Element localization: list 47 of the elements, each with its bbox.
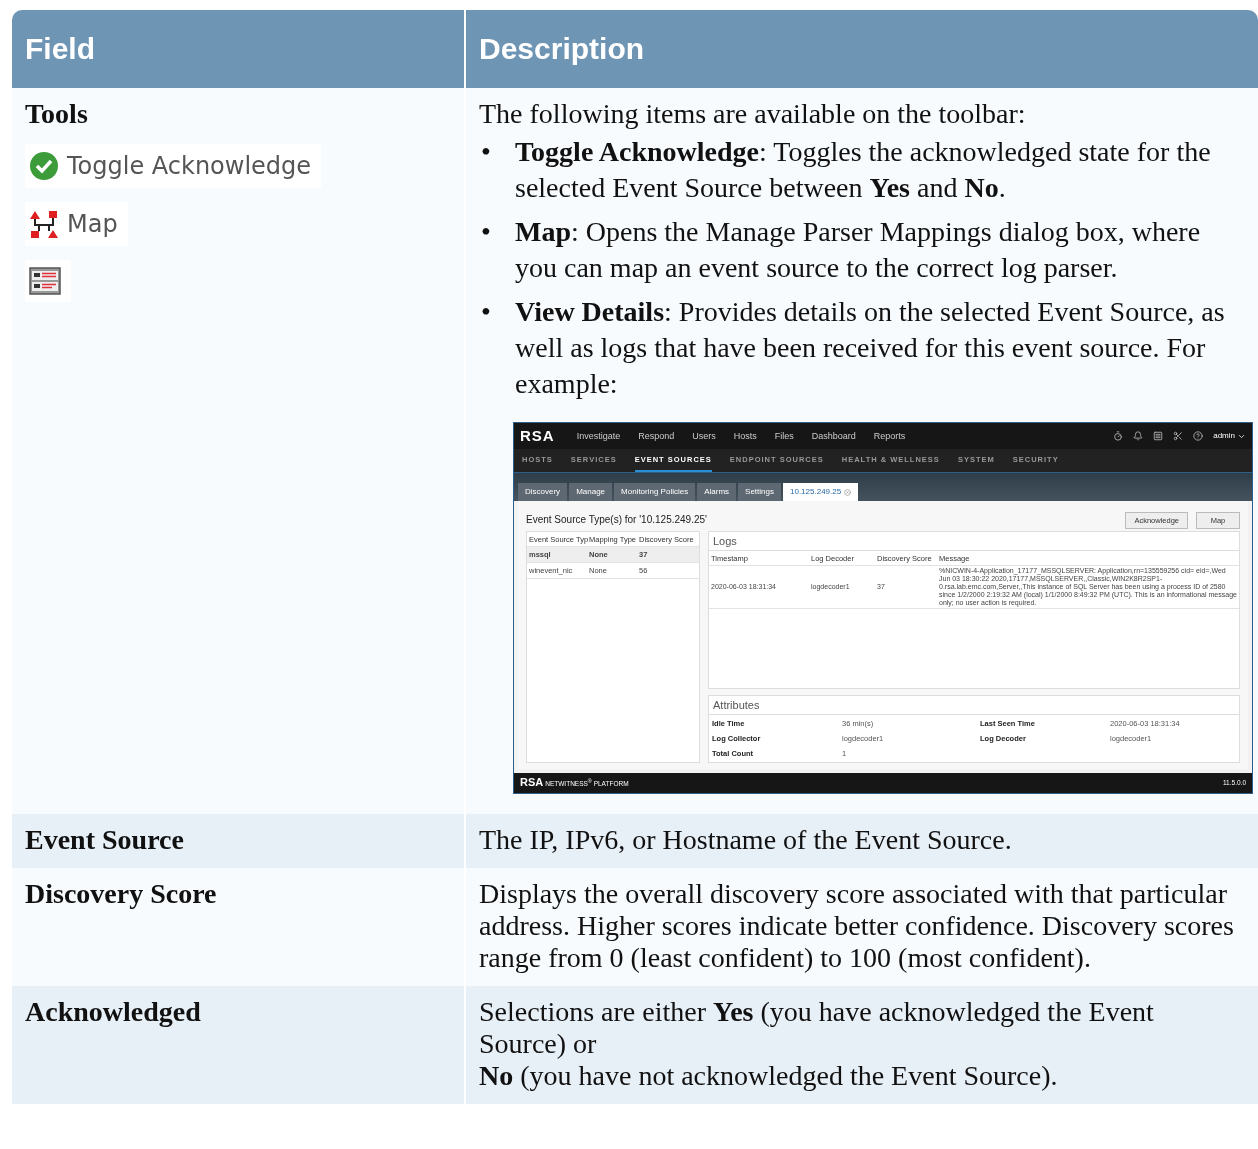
tab[interactable]: Settings: [738, 483, 781, 501]
user-menu[interactable]: admin: [1213, 431, 1246, 441]
description-text: The following items are available on the toolbar:: [479, 98, 1027, 130]
description-text: The IP, IPv6, or Hostname of the Event Source.: [479, 824, 1013, 856]
logo: RSA: [520, 427, 555, 445]
field-name: Tools: [25, 98, 89, 130]
field-name: Acknowledged: [25, 996, 202, 1028]
panel-heading: Event Source Type(s) for '10.125.249.25': [526, 514, 707, 526]
panel-title: Attributes: [709, 695, 1239, 715]
tools-icon[interactable]: [1173, 431, 1184, 441]
tab[interactable]: Alarms: [697, 483, 737, 501]
bell-icon[interactable]: [1133, 431, 1144, 441]
toolbar-button[interactable]: Map: [25, 202, 128, 246]
column-header: Field: [12, 10, 464, 88]
details-list-icon: [29, 266, 61, 296]
tab[interactable]: Discovery: [518, 483, 568, 501]
field-name: Event Source: [25, 824, 185, 856]
tab[interactable]: 10.125.249.25: [783, 483, 859, 501]
footer-logo: RSA: [520, 776, 544, 790]
tab[interactable]: Manage: [569, 483, 613, 501]
nav-link[interactable]: Hosts: [733, 430, 757, 442]
bullet-text: Toggle Acknowledge: Toggles the acknowledged state for the selected Event Source between Yes and No.: [515, 135, 1212, 205]
toolbar-button[interactable]: [25, 260, 71, 302]
description-text: Displays the overall discovery score associated with that particular address. Higher scores indicate better confidence. Discovery scores range from 0 (least confident) to 100 (most confident).: [479, 878, 1235, 974]
field-name: Discovery Score: [25, 878, 218, 910]
help-icon[interactable]: [1193, 431, 1204, 441]
bullet-text: Map: Opens the Manage Parser Mappings dialog box, where you can map an event source to the correct log parser.: [515, 215, 1202, 285]
nav-link[interactable]: Users: [692, 430, 716, 442]
check-circle-icon: [29, 151, 59, 181]
list-icon[interactable]: [1153, 431, 1164, 441]
nav-link[interactable]: Investigate: [576, 430, 621, 442]
bullet-marker: •: [480, 215, 492, 249]
bullet-text: View Details: Provides details on the selected Event Source, as well as logs that have been received for this event source. For example:: [515, 295, 1226, 401]
toolbar-button[interactable]: Toggle Acknowledge: [25, 144, 322, 188]
bullet-marker: •: [480, 295, 492, 329]
map-icon: [29, 209, 59, 239]
description-text: Selections are either Yes (you have acknowledged the Event Source) or: [479, 996, 1155, 1060]
column-header: Description: [466, 10, 1258, 88]
timer-icon[interactable]: [1113, 431, 1124, 441]
tab[interactable]: Monitoring Policies: [614, 483, 696, 501]
description-text: No (you have not acknowledged the Event Source).: [479, 1060, 1059, 1092]
bullet-marker: •: [480, 135, 492, 169]
panel-title: Logs: [709, 532, 1239, 552]
nav-link[interactable]: Respond: [638, 430, 675, 442]
nav-link[interactable]: Reports: [873, 430, 906, 442]
nav-link[interactable]: Files: [774, 430, 794, 442]
nav-link[interactable]: Dashboard: [811, 430, 856, 442]
